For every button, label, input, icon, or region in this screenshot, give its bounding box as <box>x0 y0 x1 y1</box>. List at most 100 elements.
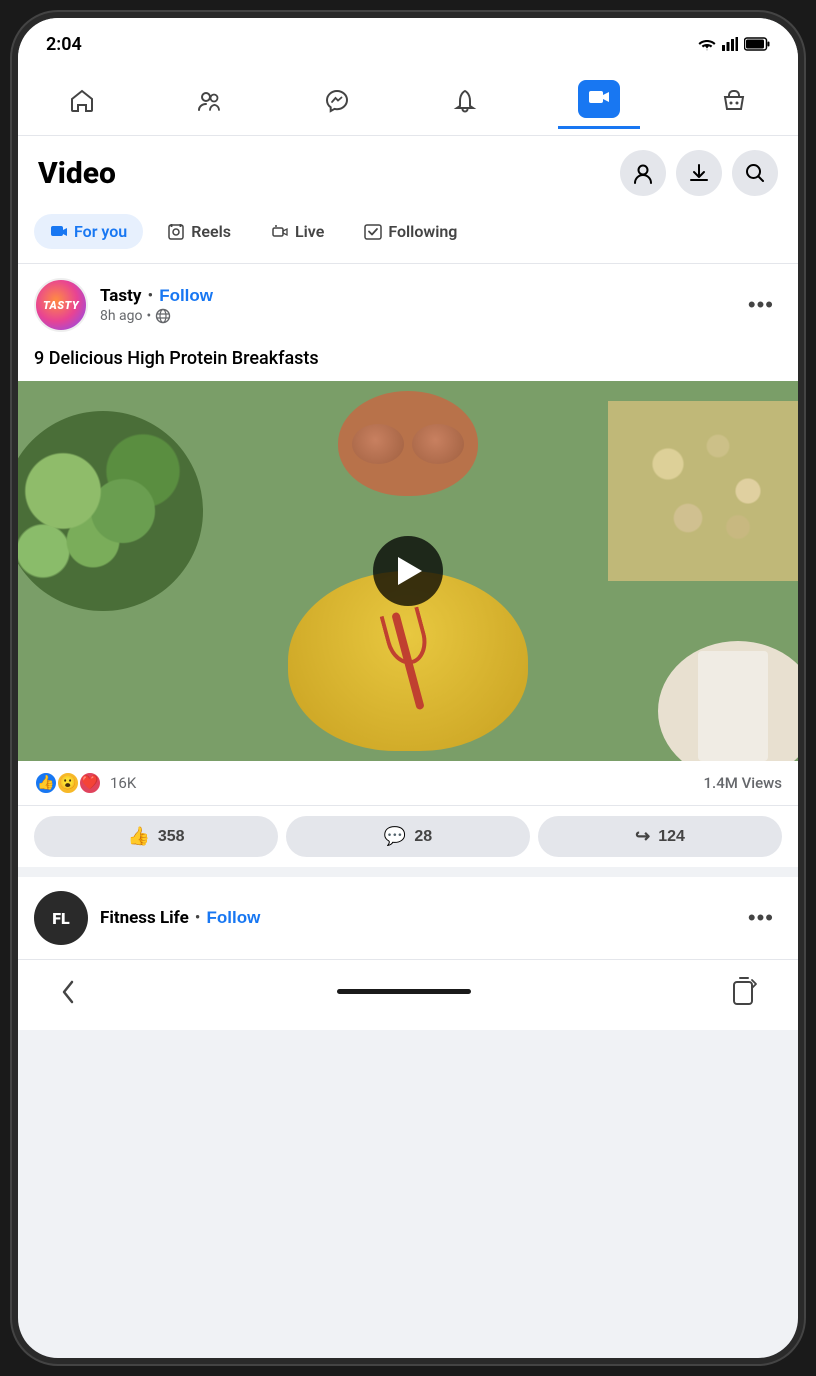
wow-emoji: 😮 <box>56 771 80 795</box>
nav-item-video[interactable] <box>558 72 640 129</box>
tasty-avatar-text: TASTY <box>43 299 79 312</box>
egg-2 <box>412 424 464 464</box>
messenger-icon <box>323 87 351 115</box>
share-icon: ↪ <box>635 826 650 847</box>
rotate-button[interactable] <box>710 970 778 1014</box>
status-icons <box>698 37 770 51</box>
napkin <box>698 651 768 761</box>
back-arrow-icon <box>58 976 78 1008</box>
page-title: Video <box>38 156 116 191</box>
fitness-avatar-initials: FL <box>52 909 69 928</box>
tab-for-you-label: For you <box>74 222 127 241</box>
post-card-2-preview: FL Fitness Life • Follow ••• <box>18 877 798 959</box>
like-emoji: 👍 <box>34 771 58 795</box>
egg-bowl <box>338 391 478 496</box>
tab-reels[interactable]: Reels <box>151 214 247 249</box>
egg-1 <box>352 424 404 464</box>
video-active-bg <box>578 80 620 118</box>
tasty-avatar[interactable]: TASTY <box>34 278 88 332</box>
tab-reels-label: Reels <box>191 222 231 241</box>
herb-bowl <box>18 411 203 611</box>
globe-icon <box>155 308 171 324</box>
nav-item-messenger[interactable] <box>303 79 371 123</box>
post-privacy-dot: • <box>147 308 152 324</box>
views-count: 1.4M Views <box>704 774 782 792</box>
home-indicator <box>337 989 471 994</box>
nav-item-marketplace[interactable] <box>700 79 768 123</box>
more-options-button-1[interactable]: ••• <box>740 288 782 322</box>
comment-icon: 💬 <box>384 826 406 847</box>
nav-item-friends[interactable] <box>175 79 243 123</box>
play-button[interactable] <box>373 536 443 606</box>
fitness-author-name: Fitness Life <box>100 908 189 928</box>
notifications-icon <box>451 87 479 115</box>
post-actions-1: 👍 358 💬 28 ↪ 124 <box>18 806 798 867</box>
search-icon <box>744 162 766 184</box>
grain-texture <box>608 401 798 581</box>
post-author-tasty: TASTY Tasty • Follow 8h ago • <box>34 278 213 332</box>
reels-tab-icon <box>167 223 185 241</box>
phone-frame: 2:04 <box>18 18 798 1358</box>
whisk <box>391 612 425 711</box>
share-count: 124 <box>658 828 685 846</box>
author-name-row: Tasty • Follow <box>100 286 213 306</box>
play-triangle-icon <box>398 557 422 585</box>
post-header-1: TASTY Tasty • Follow 8h ago • <box>18 264 798 346</box>
share-action-button[interactable]: ↪ 124 <box>538 816 782 857</box>
post-2-author-row: FL Fitness Life • Follow <box>34 891 260 945</box>
fitness-dot: • <box>195 908 201 928</box>
fitness-author-info: Fitness Life • Follow <box>100 908 260 928</box>
profile-button[interactable] <box>620 150 666 196</box>
header-actions <box>620 150 778 196</box>
home-indicator-container <box>98 981 710 1004</box>
following-tab-icon <box>364 223 382 241</box>
comment-count: 28 <box>414 828 432 846</box>
top-nav-bar <box>18 66 798 136</box>
post-meta: 8h ago • <box>100 308 213 324</box>
page-header: Video <box>18 136 798 206</box>
wifi-icon <box>698 37 716 51</box>
search-button[interactable] <box>732 150 778 196</box>
live-tab-icon <box>271 223 289 241</box>
video-thumbnail-1[interactable] <box>18 381 798 761</box>
status-bar: 2:04 <box>18 18 798 66</box>
bottom-navigation <box>18 959 798 1030</box>
status-time: 2:04 <box>46 34 82 55</box>
post-card-1: TASTY Tasty • Follow 8h ago • <box>18 264 798 867</box>
tab-following[interactable]: Following <box>348 214 473 249</box>
play-tab-icon <box>50 223 68 241</box>
download-button[interactable] <box>676 150 722 196</box>
person-icon <box>632 162 654 184</box>
fitness-avatar[interactable]: FL <box>34 891 88 945</box>
friends-icon <box>195 87 223 115</box>
tab-for-you[interactable]: For you <box>34 214 143 249</box>
post-time: 8h ago <box>100 308 143 324</box>
reaction-count: 16K <box>110 774 136 792</box>
like-action-button[interactable]: 👍 358 <box>34 816 278 857</box>
home-icon <box>68 87 96 115</box>
heart-emoji: ❤️ <box>78 771 102 795</box>
more-options-button-2[interactable]: ••• <box>740 901 782 935</box>
battery-icon <box>744 37 770 51</box>
tab-following-label: Following <box>388 222 457 241</box>
content-area: TASTY Tasty • Follow 8h ago • <box>18 264 798 959</box>
herb-mix-texture <box>18 411 203 611</box>
tab-live[interactable]: Live <box>255 214 340 249</box>
post-stats-1: 👍 😮 ❤️ 16K 1.4M Views <box>18 761 798 806</box>
marketplace-icon <box>720 87 748 115</box>
signal-icon <box>722 37 738 51</box>
tab-bar: For you Reels Live <box>18 206 798 264</box>
follow-button-tasty[interactable]: Follow <box>159 286 213 306</box>
comment-action-button[interactable]: 💬 28 <box>286 816 530 857</box>
nav-item-home[interactable] <box>48 79 116 123</box>
grain-bowl <box>608 401 798 581</box>
fitness-author-name-row: Fitness Life • Follow <box>100 908 260 928</box>
follow-button-fitness[interactable]: Follow <box>207 908 261 928</box>
author-name: Tasty <box>100 286 141 306</box>
post-author-info: Tasty • Follow 8h ago • <box>100 286 213 324</box>
nav-item-notifications[interactable] <box>431 79 499 123</box>
like-icon: 👍 <box>127 826 149 847</box>
tab-live-label: Live <box>295 222 324 241</box>
back-button[interactable] <box>38 970 98 1014</box>
like-count: 358 <box>158 828 185 846</box>
